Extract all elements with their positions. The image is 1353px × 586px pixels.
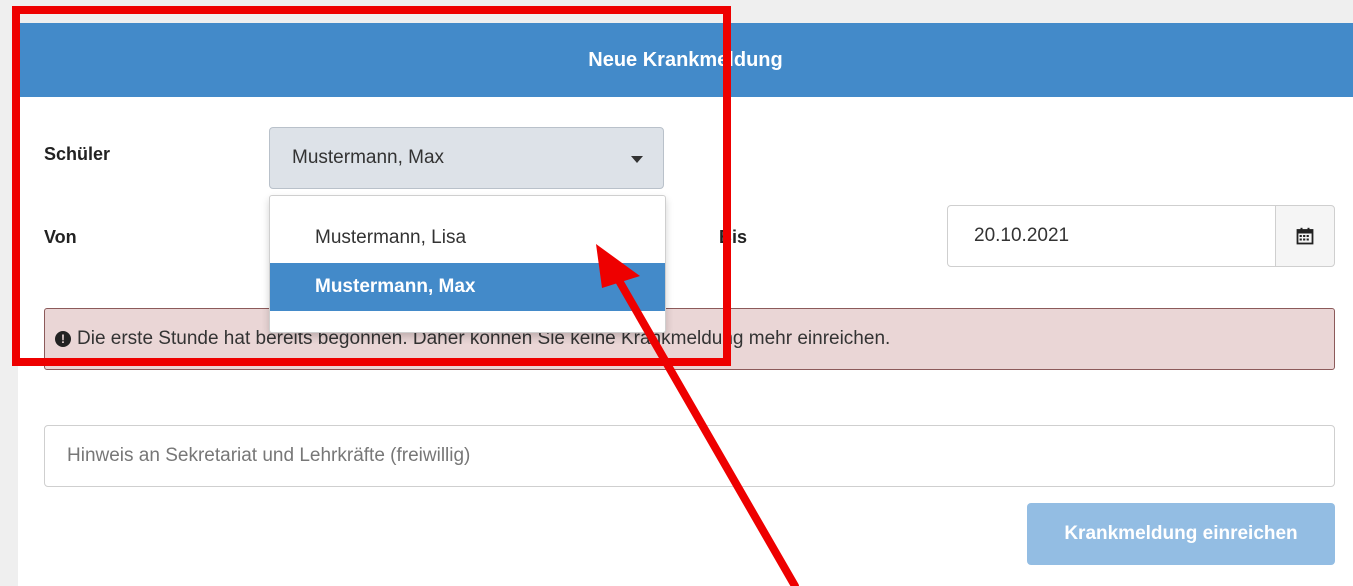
exclamation-circle-icon: ! xyxy=(55,331,71,347)
error-alert: ! Die erste Stunde hat bereits begonnen.… xyxy=(44,308,1335,370)
to-label: Bis xyxy=(719,227,748,247)
submit-button[interactable]: Krankmeldung einreichen xyxy=(1027,503,1335,565)
student-label: Schüler xyxy=(44,144,111,164)
calendar-icon xyxy=(1296,227,1314,245)
from-label: Von xyxy=(44,227,77,247)
panel-header: Neue Krankmeldung xyxy=(18,23,1353,97)
student-dropdown-menu: Mustermann, Lisa Mustermann, Max xyxy=(269,195,666,333)
note-input[interactable] xyxy=(44,425,1335,487)
dropdown-option[interactable]: Mustermann, Lisa xyxy=(270,214,665,262)
dropdown-option-selected[interactable]: Mustermann, Max xyxy=(270,263,665,311)
sick-note-panel: Neue Krankmeldung Schüler Mustermann, Ma… xyxy=(18,23,1353,586)
panel-title: Neue Krankmeldung xyxy=(588,48,783,71)
to-date-input[interactable]: 20.10.2021 xyxy=(947,205,1276,267)
to-date-value: 20.10.2021 xyxy=(974,225,1070,246)
calendar-button[interactable] xyxy=(1275,205,1335,267)
caret-down-icon xyxy=(631,156,643,163)
student-select-value: Mustermann, Max xyxy=(292,147,445,168)
student-select[interactable]: Mustermann, Max xyxy=(269,127,664,189)
